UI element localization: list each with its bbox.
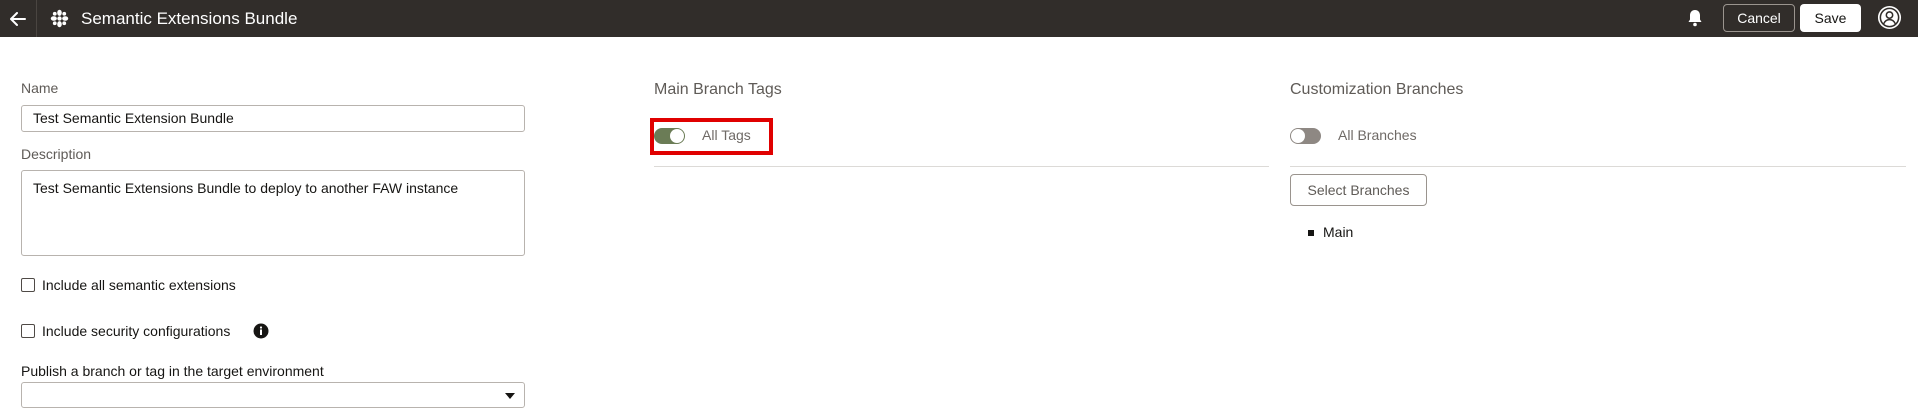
user-icon[interactable]	[1877, 5, 1902, 30]
top-bar: Semantic Extensions Bundle Cancel Save	[0, 0, 1918, 37]
back-arrow-icon	[10, 11, 26, 26]
customization-branches-title: Customization Branches	[1290, 81, 1464, 98]
bundle-icon	[50, 9, 69, 28]
toggle-knob	[670, 129, 684, 143]
info-icon[interactable]	[253, 323, 269, 339]
back-button[interactable]	[0, 0, 37, 37]
divider	[654, 166, 1269, 167]
chevron-down-icon	[505, 393, 515, 399]
name-field[interactable]: Test Semantic Extension Bundle	[21, 105, 525, 132]
divider	[1290, 166, 1906, 167]
list-bullet	[1308, 230, 1314, 236]
all-branches-toggle[interactable]	[1290, 128, 1321, 144]
description-field[interactable]: Test Semantic Extensions Bundle to deplo…	[21, 170, 525, 256]
select-branches-button[interactable]: Select Branches	[1290, 174, 1427, 206]
branch-list-item: Main	[1323, 224, 1354, 240]
all-tags-toggle[interactable]	[654, 128, 685, 144]
include-security-checkbox[interactable]	[21, 324, 35, 338]
include-all-label: Include all semantic extensions	[42, 277, 236, 293]
all-branches-label: All Branches	[1338, 127, 1417, 143]
include-security-label: Include security configurations	[42, 323, 231, 339]
description-label: Description	[21, 146, 92, 162]
name-label: Name	[21, 80, 59, 96]
save-button[interactable]: Save	[1800, 4, 1861, 32]
publish-label: Publish a branch or tag in the target en…	[21, 363, 324, 379]
include-all-checkbox[interactable]	[21, 278, 35, 292]
all-tags-label: All Tags	[702, 127, 751, 143]
toggle-knob	[1291, 129, 1305, 143]
bell-icon[interactable]	[1686, 8, 1704, 28]
cancel-button[interactable]: Cancel	[1723, 4, 1795, 32]
page-title: Semantic Extensions Bundle	[81, 9, 298, 28]
publish-select[interactable]	[21, 382, 525, 408]
main-branch-tags-title: Main Branch Tags	[654, 81, 782, 98]
